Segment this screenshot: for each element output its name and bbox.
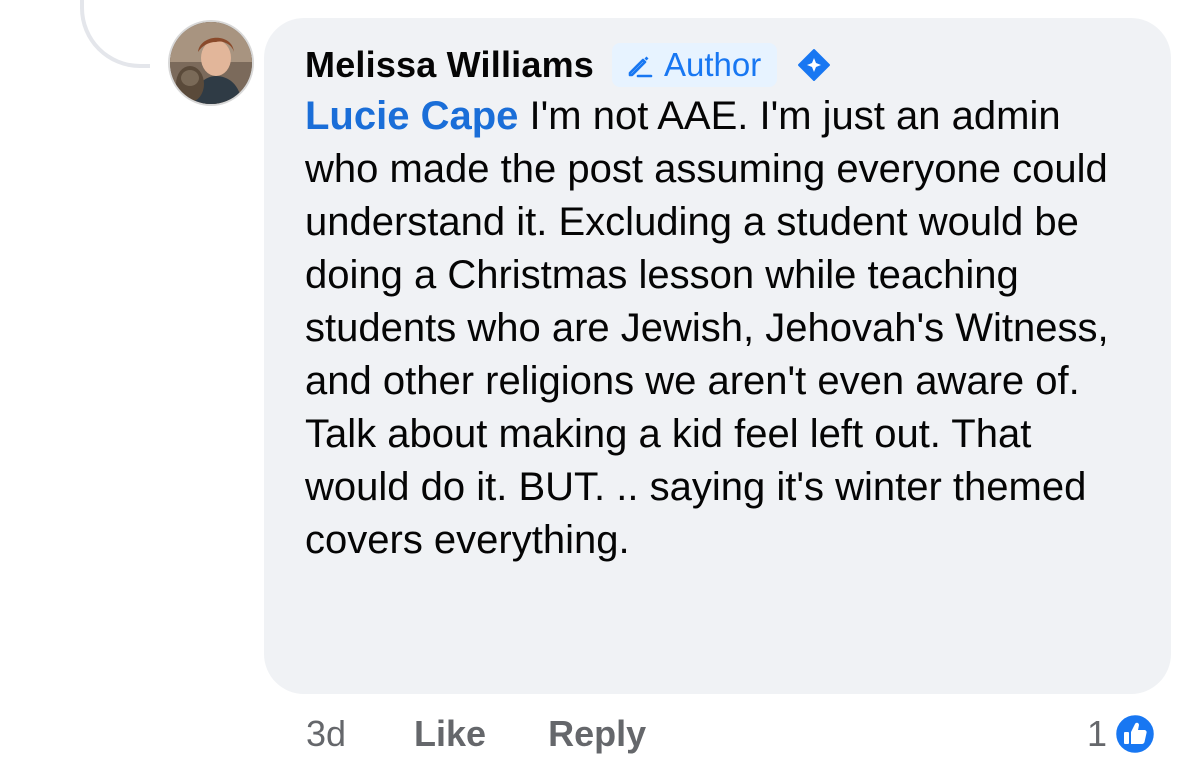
diamond-badge-icon[interactable] — [797, 48, 831, 82]
comment-text: Lucie Cape I'm not AAE. I'm just an admi… — [305, 90, 1125, 567]
avatar[interactable] — [168, 20, 254, 106]
reaction-summary[interactable]: 1 — [1087, 710, 1157, 758]
timestamp[interactable]: 3d — [306, 713, 346, 755]
comment-body: I'm not AAE. I'm just an admin who made … — [305, 94, 1109, 562]
thread-connector-line — [80, 0, 150, 68]
like-reaction-icon — [1113, 712, 1157, 756]
comment-actions: 3d Like Reply — [306, 712, 646, 756]
avatar-image — [170, 22, 252, 104]
pencil-icon — [626, 51, 654, 79]
author-name[interactable]: Melissa Williams — [305, 44, 594, 86]
comment-header: Melissa Williams Author — [305, 42, 831, 88]
like-button[interactable]: Like — [414, 713, 486, 755]
reaction-count: 1 — [1086, 713, 1107, 754]
author-badge: Author — [612, 43, 778, 87]
mention-link[interactable]: Lucie Cape — [305, 94, 518, 138]
author-badge-label: Author — [664, 46, 762, 83]
reply-button[interactable]: Reply — [548, 713, 646, 755]
